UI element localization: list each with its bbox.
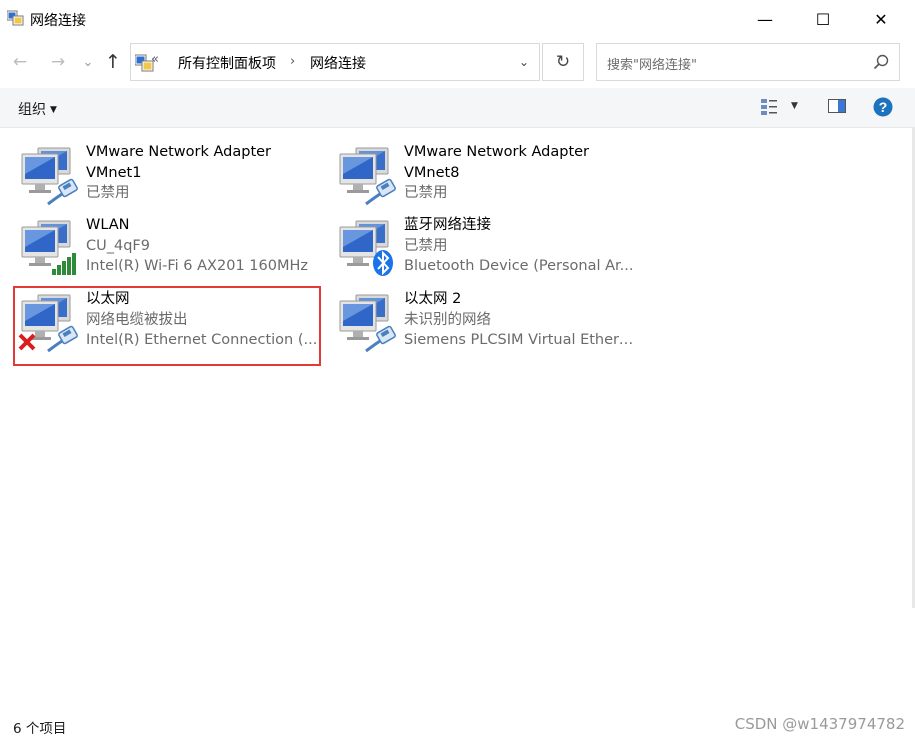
connection-detail: VMnet8 <box>404 164 460 181</box>
connection-detail: 未识别的网络 <box>404 311 491 328</box>
connection-device: Siemens PLCSIM Virtual Ethern... <box>404 332 640 348</box>
up-button[interactable]: ↑ <box>101 50 125 74</box>
organize-menu[interactable]: 组织 ▼ <box>18 99 57 119</box>
connection-device: Bluetooth Device (Personal Ar... <box>404 258 634 274</box>
navigation-bar: ← → ⌄ ↑ « 所有控制面板项 › 网络连接 ⌄ ↻ 搜索"网络连接" <box>0 38 915 88</box>
organize-label: 组织 <box>18 102 46 118</box>
arrow-left-icon: ← <box>12 52 28 72</box>
watermark: CSDN @w1437974782 <box>734 715 905 733</box>
refresh-icon: ↻ <box>555 52 571 72</box>
svg-text:?: ? <box>879 99 888 115</box>
connection-item[interactable]: 蓝牙网络连接 已禁用 Bluetooth Device (Personal Ar..… <box>332 211 642 281</box>
recent-locations-button[interactable]: ⌄ <box>76 50 100 74</box>
connection-detail: CU_4qF9 <box>86 237 150 254</box>
view-options-dropdown-icon[interactable]: ▼ <box>791 101 798 111</box>
minimize-button[interactable]: — <box>736 0 794 38</box>
command-bar: 组织 ▼ ▼ ? <box>0 88 915 128</box>
maximize-icon: ☐ <box>815 9 831 29</box>
connection-text: 蓝牙网络连接 已禁用 Bluetooth Device (Personal Ar..… <box>404 215 640 277</box>
close-button[interactable]: ✕ <box>852 0 910 38</box>
search-icon[interactable] <box>873 54 889 70</box>
network-adapter-cable-icon <box>336 289 402 355</box>
preview-pane-icon[interactable] <box>828 98 846 114</box>
maximize-button[interactable]: ☐ <box>794 0 852 38</box>
connection-text: 以太网 2 未识别的网络 Siemens PLCSIM Virtual Ethern… <box>404 289 640 351</box>
network-adapter-cable-icon-graphic <box>339 294 396 353</box>
wifi-adapter-icon-graphic <box>21 220 76 275</box>
minimize-icon: — <box>757 9 773 29</box>
connection-detail: 已禁用 <box>404 237 448 254</box>
connections-view: VMware Network Adapter VMnet1 已禁用 VMware Ne… <box>0 128 915 708</box>
arrow-right-icon: → <box>50 52 66 72</box>
breadcrumb-control-panel[interactable]: 所有控制面板项 <box>178 53 276 73</box>
help-icon[interactable]: ? <box>873 97 893 117</box>
arrow-up-icon: ↑ <box>105 51 121 73</box>
wifi-adapter-icon <box>18 215 84 281</box>
highlight-annotation <box>13 286 321 366</box>
bluetooth-adapter-icon-graphic <box>339 220 393 276</box>
connection-item[interactable]: VMware Network Adapter VMnet8 已禁用 <box>332 138 642 208</box>
network-connections-icon <box>7 10 24 26</box>
window-title: 网络连接 <box>30 13 86 29</box>
connection-detail: VMnet1 <box>86 164 142 181</box>
address-bar[interactable]: « 所有控制面板项 › 网络连接 ⌄ <box>130 43 540 81</box>
network-adapter-cable-icon <box>336 142 402 208</box>
title-bar: 网络连接 — ☐ ✕ <box>0 0 915 38</box>
back-button[interactable]: ← <box>8 50 32 74</box>
chevron-down-icon: ⌄ <box>82 54 94 70</box>
connection-name: 蓝牙网络连接 <box>404 217 491 233</box>
network-adapter-cable-icon-graphic <box>339 147 396 206</box>
status-bar-count: 6 个项目 <box>13 721 67 737</box>
connection-name: VMware Network Adapter <box>404 144 590 160</box>
change-view-icon[interactable] <box>760 98 778 116</box>
caret-down-icon: ▼ <box>50 105 57 115</box>
connection-text: VMware Network Adapter VMnet8 已禁用 <box>404 142 640 204</box>
search-box[interactable]: 搜索"网络连接" <box>596 43 900 81</box>
breadcrumb-network-connections[interactable]: 网络连接 <box>310 53 366 73</box>
connection-device: Intel(R) Wi-Fi 6 AX201 160MHz <box>86 258 308 274</box>
breadcrumb-separator-icon[interactable]: › <box>290 54 295 69</box>
connection-device: 已禁用 <box>86 185 130 201</box>
connection-name: WLAN <box>86 217 130 233</box>
connection-text: VMware Network Adapter VMnet1 已禁用 <box>86 142 322 204</box>
connection-name: VMware Network Adapter <box>86 144 272 160</box>
connection-item[interactable]: 以太网 2 未识别的网络 Siemens PLCSIM Virtual Ethern… <box>332 285 642 355</box>
network-adapter-cable-icon-graphic <box>21 147 78 206</box>
connection-device: 已禁用 <box>404 185 448 201</box>
connection-item[interactable]: VMware Network Adapter VMnet1 已禁用 <box>14 138 324 208</box>
close-icon: ✕ <box>874 9 888 29</box>
connection-item[interactable]: WLAN CU_4qF9 Intel(R) Wi-Fi 6 AX201 160MHz <box>14 211 324 281</box>
bluetooth-adapter-icon <box>336 215 402 281</box>
connection-text: WLAN CU_4qF9 Intel(R) Wi-Fi 6 AX201 160MHz <box>86 215 322 277</box>
chevron-down-icon[interactable]: ⌄ <box>519 55 529 69</box>
connection-name: 以太网 2 <box>404 291 462 307</box>
network-adapter-cable-icon <box>18 142 84 208</box>
forward-button[interactable]: → <box>46 50 70 74</box>
search-input[interactable]: 搜索"网络连接" <box>607 54 697 73</box>
refresh-button[interactable]: ↻ <box>542 43 584 81</box>
breadcrumb-overflow-icon[interactable]: « <box>151 52 159 67</box>
